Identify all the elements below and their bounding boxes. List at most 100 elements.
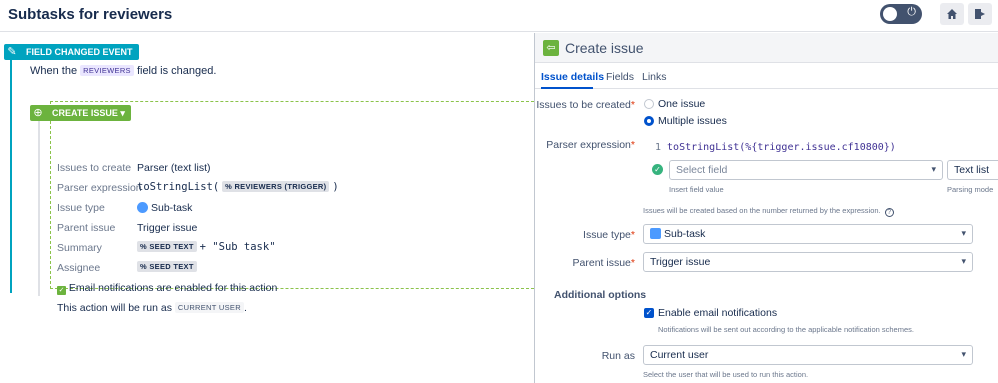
parent-issue-value: Trigger issue <box>137 222 198 234</box>
parser-expression-label: Parser expression <box>57 182 142 194</box>
expression-note-text: Issues will be created based on the numb… <box>643 206 881 215</box>
current-user-tag: CURRENT USER <box>174 302 244 313</box>
issues-to-create-label: Issues to create <box>57 162 132 174</box>
issue-type-label: Issue type <box>57 202 105 214</box>
reviewers-trigger-tag: % REVIEWERS (TRIGGER) <box>222 181 330 192</box>
code-text: toStringList(%{trigger.issue.cf10800}) <box>667 142 896 153</box>
email-notification-note: ✓ Email notifications are enabled for th… <box>57 282 277 295</box>
parsing-mode-hint: Parsing mode <box>947 185 994 194</box>
home-button[interactable] <box>940 3 964 25</box>
issue-type-field-text: Issue type <box>583 229 631 241</box>
issue-type-select[interactable]: Sub-task ▾ <box>643 224 973 244</box>
required-marker: * <box>630 99 635 111</box>
event-description: When the REVIEWERS field is changed. <box>30 65 216 77</box>
multiple-issues-radio[interactable] <box>644 116 654 126</box>
panel-tabs: Issue details Fields Links <box>535 67 998 89</box>
summary-literal: + "Sub task" <box>199 241 276 253</box>
assignee-label: Assignee <box>57 262 101 274</box>
parser-expression-text: Parser expression <box>546 139 631 151</box>
assignee-value: % SEED TEXT <box>137 261 197 273</box>
when-suffix: field is changed. <box>136 65 217 77</box>
select-field-dropdown[interactable]: Select field ▾ <box>669 160 943 180</box>
parent-issue-field-text: Parent issue <box>572 257 631 269</box>
power-icon: ⏻ <box>907 6 916 18</box>
pencil-icon: ✎ <box>7 46 17 58</box>
required-marker: * <box>630 229 635 241</box>
issues-to-create-value: Parser (text list) <box>137 162 211 174</box>
when-prefix: When the <box>30 65 78 77</box>
line-number: 1 <box>655 142 662 153</box>
issues-to-be-created-text: Issues to be created <box>536 99 631 111</box>
subtask-icon <box>137 202 148 213</box>
code-line: 1 toStringList(%{trigger.issue.cf10800}) <box>655 142 896 153</box>
run-as-suffix: . <box>243 302 247 314</box>
page-title: Subtasks for reviewers <box>8 6 173 23</box>
one-issue-label: One issue <box>658 98 706 110</box>
panel-title: Create issue <box>565 40 644 56</box>
tab-links[interactable]: Links <box>642 71 667 83</box>
issue-type-select-text: Sub-task <box>664 228 706 240</box>
subtask-icon <box>650 228 661 239</box>
valid-check-icon: ✓ <box>652 164 663 175</box>
chevron-down-icon: ▾ <box>961 349 966 359</box>
select-field-text: Select field <box>676 164 728 176</box>
parser-expression-field-label: Parser expression* <box>535 139 635 151</box>
field-changed-event-badge[interactable]: FIELD CHANGED EVENT <box>4 44 139 60</box>
parent-issue-select[interactable]: Trigger issue ▾ <box>643 252 973 272</box>
enable-toggle[interactable]: ⏻ <box>880 4 922 24</box>
action-label: CREATE ISSUE <box>52 108 118 118</box>
parent-issue-label: Parent issue <box>57 222 116 234</box>
required-marker: * <box>630 139 635 151</box>
email-hint: Notifications will be sent out according… <box>658 325 914 334</box>
parent-issue-select-text: Trigger issue <box>650 256 711 268</box>
home-icon <box>947 9 957 19</box>
parser-expression-value: toStringList( % REVIEWERS (TRIGGER) ) <box>137 181 339 193</box>
event-connector-line <box>10 45 12 293</box>
issues-to-be-created-label: Issues to be created* <box>535 99 635 111</box>
issue-type-value: Sub-task <box>137 202 192 214</box>
run-as-hint: Select the user that will be used to run… <box>643 370 809 379</box>
multiple-issues-label: Multiple issues <box>658 115 727 127</box>
email-note-text: Email notifications are enabled for this… <box>68 282 278 294</box>
parent-issue-field-label: Parent issue* <box>535 257 635 269</box>
additional-options-label: Additional options <box>554 289 647 301</box>
summary-label: Summary <box>57 242 102 254</box>
exit-icon <box>975 9 985 19</box>
chevron-down-icon: ▾ <box>961 256 966 266</box>
expression-note: Issues will be created based on the numb… <box>643 206 894 217</box>
tab-fields[interactable]: Fields <box>606 71 634 83</box>
help-icon[interactable]: ? <box>884 208 894 217</box>
active-tab-indicator <box>541 87 593 89</box>
parser-close: ) <box>332 181 339 193</box>
required-marker: * <box>630 257 635 269</box>
check-icon: ✓ <box>57 286 66 295</box>
tab-issue-details[interactable]: Issue details <box>541 71 604 83</box>
exit-button[interactable] <box>968 3 992 25</box>
parser-fn: toStringList( <box>137 181 220 193</box>
run-as-field-label: Run as <box>601 350 635 362</box>
run-as-note: This action will be run as CURRENT USER. <box>57 302 247 314</box>
insert-field-hint: Insert field value <box>669 185 724 194</box>
back-arrow-icon[interactable]: ⇦ <box>543 40 559 56</box>
enable-email-checkbox[interactable]: ✓ <box>644 308 654 318</box>
run-as-select-text: Current user <box>650 349 709 361</box>
toggle-knob <box>883 7 897 21</box>
seed-text-tag: % SEED TEXT <box>137 241 197 252</box>
create-issue-action-box[interactable] <box>50 101 534 289</box>
run-as-select[interactable]: Current user ▾ <box>643 345 973 365</box>
one-issue-radio[interactable] <box>644 99 654 109</box>
panel-header: ⇦ Create issue <box>535 33 998 63</box>
action-connector-line <box>38 110 40 296</box>
issue-type-field-label: Issue type* <box>535 229 635 241</box>
assignee-seed-tag: % SEED TEXT <box>137 261 197 272</box>
chevron-down-icon: ▾ <box>961 228 966 238</box>
enable-email-label: Enable email notifications <box>658 307 778 319</box>
run-as-prefix: This action will be run as <box>57 302 172 314</box>
parsing-mode-dropdown[interactable]: Text list <box>947 160 998 180</box>
add-circle-icon: ⊕ <box>33 107 43 119</box>
chevron-down-icon: ▾ <box>931 164 936 174</box>
parsing-mode-text: Text list <box>954 164 990 176</box>
issue-type-text: Sub-task <box>151 202 193 214</box>
summary-value: % SEED TEXT + "Sub task" <box>137 241 276 253</box>
header: Subtasks for reviewers ⏻ <box>0 0 998 32</box>
